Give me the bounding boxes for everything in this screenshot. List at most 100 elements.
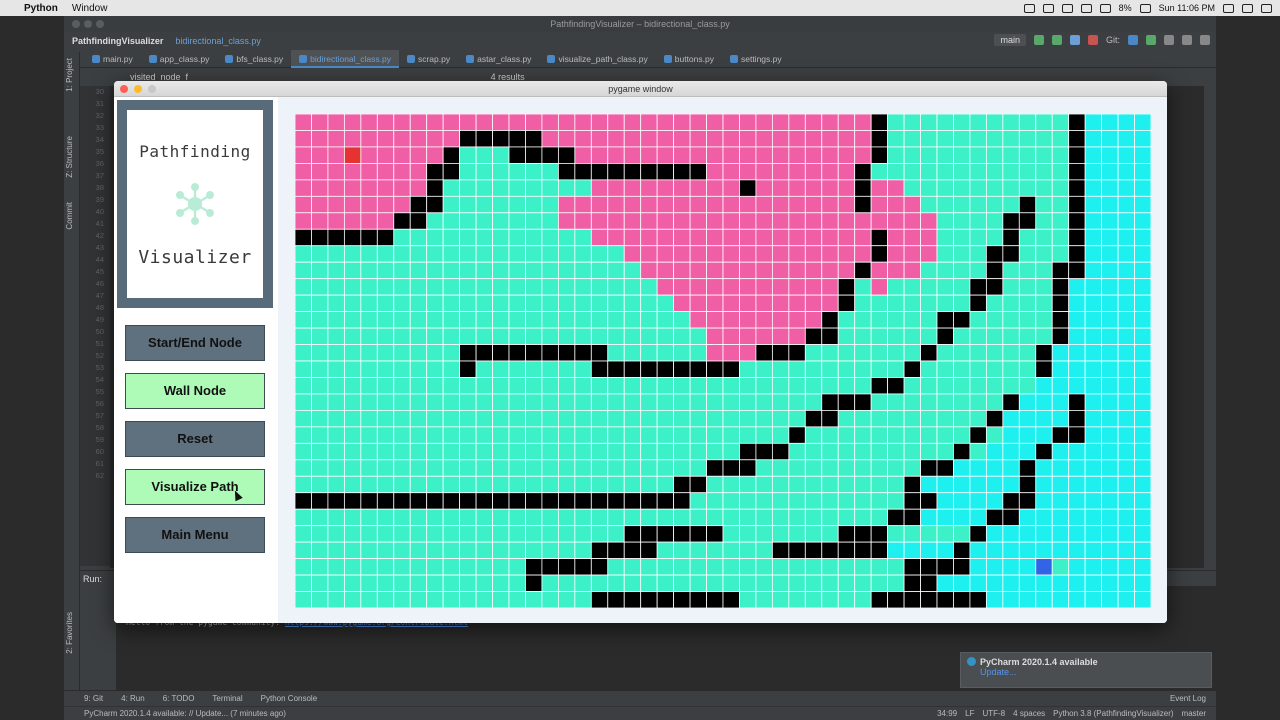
wall-cell[interactable]: [854, 179, 872, 197]
start-visited-cell[interactable]: [623, 195, 642, 214]
start-visited-cell[interactable]: [557, 212, 576, 230]
end-visited-cell[interactable]: [442, 591, 461, 608]
wall-cell[interactable]: [985, 261, 1004, 280]
wall-cell[interactable]: [541, 146, 559, 164]
wall-cell[interactable]: [590, 344, 609, 362]
wall-cell[interactable]: [525, 344, 543, 362]
frontier-cell[interactable]: [1051, 574, 1070, 592]
end-visited-cell[interactable]: [475, 409, 493, 428]
end-visited-cell[interactable]: [953, 294, 971, 313]
end-visited-cell[interactable]: [574, 360, 592, 378]
end-visited-cell[interactable]: [409, 393, 428, 411]
end-visited-cell[interactable]: [821, 377, 839, 395]
wall-cell[interactable]: [854, 525, 872, 543]
end-visited-cell[interactable]: [541, 245, 559, 263]
end-visited-cell[interactable]: [557, 591, 576, 608]
end-visited-cell[interactable]: [1002, 360, 1020, 378]
start-visited-cell[interactable]: [804, 195, 823, 214]
end-visited-cell[interactable]: [574, 426, 592, 444]
end-visited-cell[interactable]: [903, 278, 921, 296]
frontier-cell[interactable]: [1051, 508, 1070, 527]
end-visited-cell[interactable]: [393, 327, 411, 345]
start-visited-cell[interactable]: [574, 114, 592, 131]
frontier-cell[interactable]: [1068, 459, 1086, 477]
wall-cell[interactable]: [870, 525, 889, 543]
end-visited-cell[interactable]: [771, 393, 790, 411]
end-visited-cell[interactable]: [1002, 179, 1020, 197]
end-visited-cell[interactable]: [409, 541, 428, 560]
start-visited-cell[interactable]: [771, 195, 790, 214]
wall-cell[interactable]: [393, 212, 411, 230]
end-visited-cell[interactable]: [508, 360, 526, 378]
frontier-cell[interactable]: [1117, 442, 1135, 461]
wall-cell[interactable]: [1002, 245, 1020, 263]
end-visited-cell[interactable]: [442, 377, 461, 395]
end-visited-cell[interactable]: [475, 311, 493, 329]
end-visited-cell[interactable]: [1002, 311, 1020, 329]
end-visited-cell[interactable]: [1035, 311, 1053, 329]
tab-astar-class[interactable]: astar_class.py: [458, 50, 539, 68]
end-visited-cell[interactable]: [804, 591, 823, 608]
end-visited-cell[interactable]: [475, 541, 493, 560]
end-visited-cell[interactable]: [295, 294, 312, 313]
end-visited-cell[interactable]: [376, 261, 395, 280]
end-visited-cell[interactable]: [920, 130, 938, 148]
start-visited-cell[interactable]: [821, 114, 839, 131]
frontier-cell[interactable]: [1084, 130, 1103, 148]
end-visited-cell[interactable]: [903, 344, 921, 362]
end-visited-cell[interactable]: [936, 212, 954, 230]
end-visited-cell[interactable]: [1035, 114, 1053, 131]
end-visited-cell[interactable]: [607, 294, 625, 313]
wall-cell[interactable]: [969, 278, 987, 296]
end-visited-cell[interactable]: [409, 360, 428, 378]
end-visited-cell[interactable]: [360, 442, 378, 461]
end-visited-cell[interactable]: [295, 377, 312, 395]
wall-cell[interactable]: [854, 261, 872, 280]
frontier-cell[interactable]: [1084, 541, 1103, 560]
end-visited-cell[interactable]: [1018, 114, 1037, 131]
frontier-cell[interactable]: [1068, 508, 1086, 527]
end-visited-cell[interactable]: [788, 558, 806, 576]
start-visited-cell[interactable]: [920, 228, 938, 247]
wall-cell[interactable]: [623, 525, 642, 543]
status-message[interactable]: PyCharm 2020.1.4 available: // Update...…: [84, 709, 286, 718]
end-visited-cell[interactable]: [459, 541, 477, 560]
wall-cell[interactable]: [492, 344, 510, 362]
spotlight-search-icon[interactable]: [1223, 3, 1234, 13]
frontier-cell[interactable]: [985, 525, 1004, 543]
start-visited-cell[interactable]: [360, 114, 378, 131]
end-visited-cell[interactable]: [442, 393, 461, 411]
end-visited-cell[interactable]: [459, 393, 477, 411]
frontier-cell[interactable]: [1117, 558, 1135, 576]
frontier-cell[interactable]: [1134, 459, 1151, 477]
start-visited-cell[interactable]: [870, 261, 889, 280]
wall-cell[interactable]: [771, 541, 790, 560]
wall-cell[interactable]: [557, 492, 576, 510]
frontier-cell[interactable]: [1117, 377, 1135, 395]
end-visited-cell[interactable]: [525, 294, 543, 313]
end-visited-cell[interactable]: [706, 475, 724, 494]
end-visited-cell[interactable]: [771, 591, 790, 608]
end-visited-cell[interactable]: [327, 409, 345, 428]
end-visited-cell[interactable]: [640, 508, 658, 527]
end-visited-cell[interactable]: [689, 541, 707, 560]
structure-tool-tab[interactable]: Z: Structure: [65, 136, 74, 178]
end-visited-cell[interactable]: [656, 377, 675, 395]
end-visited-cell[interactable]: [442, 228, 461, 247]
end-visited-cell[interactable]: [442, 195, 461, 214]
start-visited-cell[interactable]: [771, 130, 790, 148]
end-visited-cell[interactable]: [557, 475, 576, 494]
end-visited-cell[interactable]: [459, 146, 477, 164]
start-visited-cell[interactable]: [673, 146, 691, 164]
wall-cell[interactable]: [508, 146, 526, 164]
end-visited-cell[interactable]: [541, 409, 559, 428]
start-visited-cell[interactable]: [788, 245, 806, 263]
wall-cell[interactable]: [640, 591, 658, 608]
frontier-cell[interactable]: [1084, 327, 1103, 345]
end-visited-cell[interactable]: [870, 442, 889, 461]
start-visited-cell[interactable]: [673, 228, 691, 247]
end-visited-cell[interactable]: [426, 591, 444, 608]
end-visited-cell[interactable]: [640, 574, 658, 592]
end-visited-cell[interactable]: [953, 261, 971, 280]
end-visited-cell[interactable]: [1051, 558, 1070, 576]
